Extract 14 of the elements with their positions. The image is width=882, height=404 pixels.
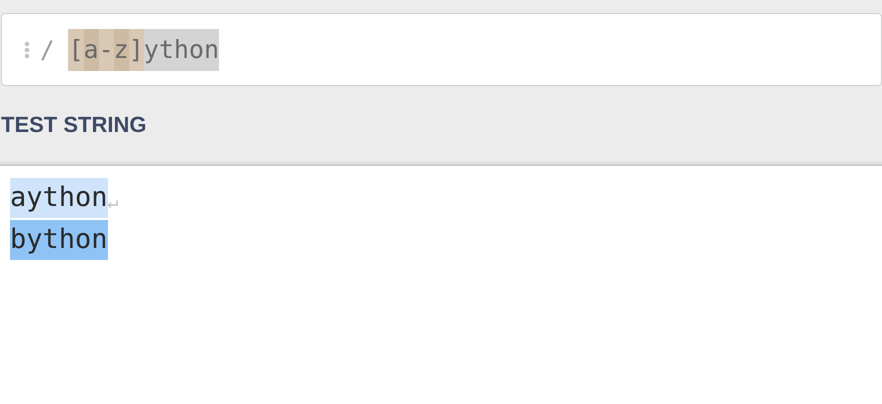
regex-token: z (114, 28, 129, 70)
regex-delimiter: / (40, 34, 54, 66)
drag-handle-icon[interactable] (24, 40, 30, 58)
regex-token: - (98, 28, 114, 70)
section-heading: TEST STRING (1, 110, 146, 138)
matched-text: bython (10, 220, 108, 260)
regex-token: a (84, 28, 99, 70)
matched-text: aython (10, 178, 108, 218)
regex-token: ] (128, 28, 144, 70)
regex-token: ython (144, 28, 220, 70)
newline-marker: ↵ (108, 191, 118, 215)
test-string-editor[interactable]: aython↵ bython (0, 164, 882, 404)
regex-token: [ (68, 28, 84, 70)
regex-input-field[interactable]: / [a-z]ython (1, 13, 882, 86)
